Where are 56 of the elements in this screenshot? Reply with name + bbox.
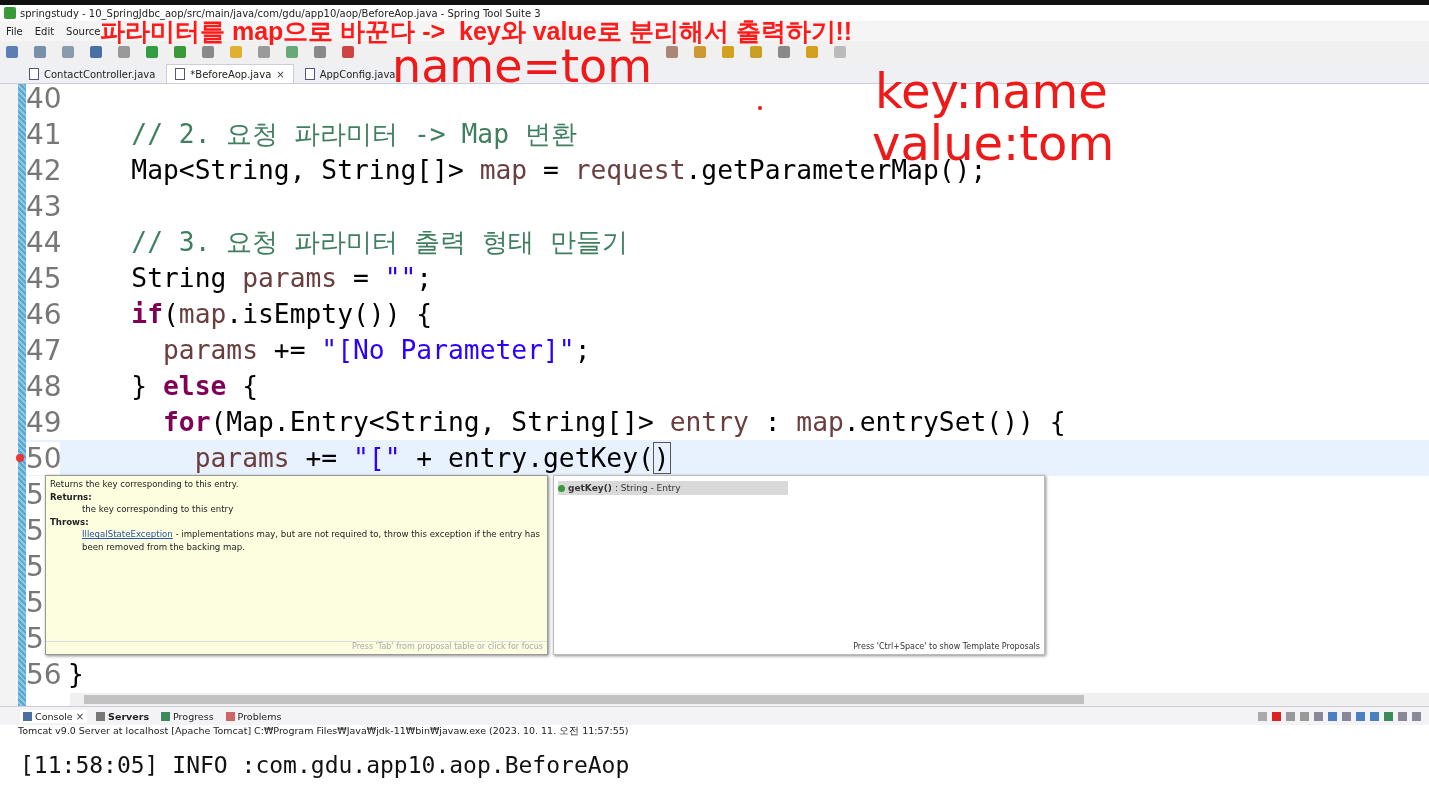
close-icon[interactable]: × — [276, 68, 285, 80]
view-icon — [23, 711, 32, 721]
horizontal-scrollbar[interactable] — [70, 693, 1429, 706]
menu-item[interactable]: File — [6, 25, 23, 37]
popup-hint: Press 'Ctrl+Space' to show Template Proposals — [852, 642, 1041, 653]
toolbar-icon[interactable] — [202, 46, 214, 58]
panel-tab[interactable]: Servers — [93, 709, 153, 723]
code-line: String params = ""; — [130, 263, 433, 293]
panel-tab[interactable]: Console × — [20, 709, 88, 723]
editor-tab[interactable]: ContactController.java — [20, 64, 165, 83]
popup-hint: Press 'Tab' from proposal table or click for focus — [46, 641, 547, 654]
toolbar-icon[interactable] — [6, 46, 18, 58]
toolbar-icon[interactable] — [90, 46, 102, 58]
java-file-icon — [175, 68, 186, 80]
annotation-headline: 파라미터를 map으로 바꾼다 -> key와 value로 분리해서 출력하기!! — [100, 19, 853, 44]
panel-tab[interactable]: Problems — [222, 709, 285, 723]
toolbar-icon[interactable] — [258, 46, 270, 58]
code-line: params += "[" + entry.getKey() — [193, 443, 670, 473]
annotation-dot — [758, 106, 762, 110]
app-icon — [4, 7, 16, 19]
editor-tab[interactable]: *BeforeAop.java × — [166, 64, 294, 83]
code-line: } else { — [130, 371, 258, 401]
toolbar-icon[interactable] — [666, 46, 678, 58]
code-line: params += "[No Parameter]"; — [162, 335, 591, 365]
java-file-icon — [304, 68, 315, 80]
process-label: Tomcat v9.0 Server at localhost [Apache Tomcat] C:₩Program Files₩Java₩jdk-11₩bin₩javaw.exe (2023. 10. 11. 오전 11:57:55) — [17, 725, 630, 738]
toolbar-icon[interactable] — [314, 46, 326, 58]
toolbar-icon[interactable] — [118, 46, 130, 58]
view-icon — [225, 711, 235, 721]
exception-link[interactable]: IllegalStateException — [82, 529, 173, 540]
menu-item[interactable]: Source — [66, 25, 101, 37]
toolbar-icon[interactable] — [174, 46, 186, 58]
view-icon — [96, 711, 106, 721]
code-line: if(map.isEmpty()) { — [130, 299, 433, 329]
line-number: 50 — [26, 441, 60, 475]
console-output: [11:58:05] INFO :com.gdu.app10.aop.BeforeAop — [19, 752, 631, 778]
view-icon — [161, 711, 171, 721]
close-icon[interactable]: × — [75, 710, 85, 722]
code-line: // 3. 요청 파라미터 출력 형태 만들기 — [130, 225, 628, 259]
toolbar-icon[interactable] — [62, 46, 74, 58]
toolbar-icon[interactable] — [342, 46, 354, 58]
doc-text: the key corresponding to this entry — [81, 503, 235, 516]
menu-item[interactable]: Edit — [34, 25, 55, 37]
window-title: springstudy - 10_SpringJdbc_aop/src/main/java/com/gdu/app10/aop/BeforeAop.java - Spring Tool Suite 3 — [20, 7, 541, 19]
proposal-item[interactable]: getKey() : String - Entry — [558, 481, 788, 495]
toolbar-icon[interactable] — [286, 46, 298, 58]
toolbar-icon[interactable] — [34, 46, 46, 58]
panel-tab[interactable]: Progress — [158, 709, 217, 723]
doc-text: IllegalStateException - implementations may, but are not required to, throw this exception if the entry has been removed from the backing map. — [81, 528, 541, 554]
code-line: // 2. 요청 파라미터 -> Map 변환 — [130, 117, 577, 151]
code-line: for(Map.Entry<String, String[]> entry : map.entrySet()) { — [162, 407, 1066, 437]
toolbar-icon[interactable] — [146, 46, 158, 58]
method-icon — [558, 484, 565, 492]
java-file-icon — [29, 68, 39, 80]
code-line: } — [68, 659, 84, 689]
toolbar-icon[interactable] — [778, 46, 790, 58]
